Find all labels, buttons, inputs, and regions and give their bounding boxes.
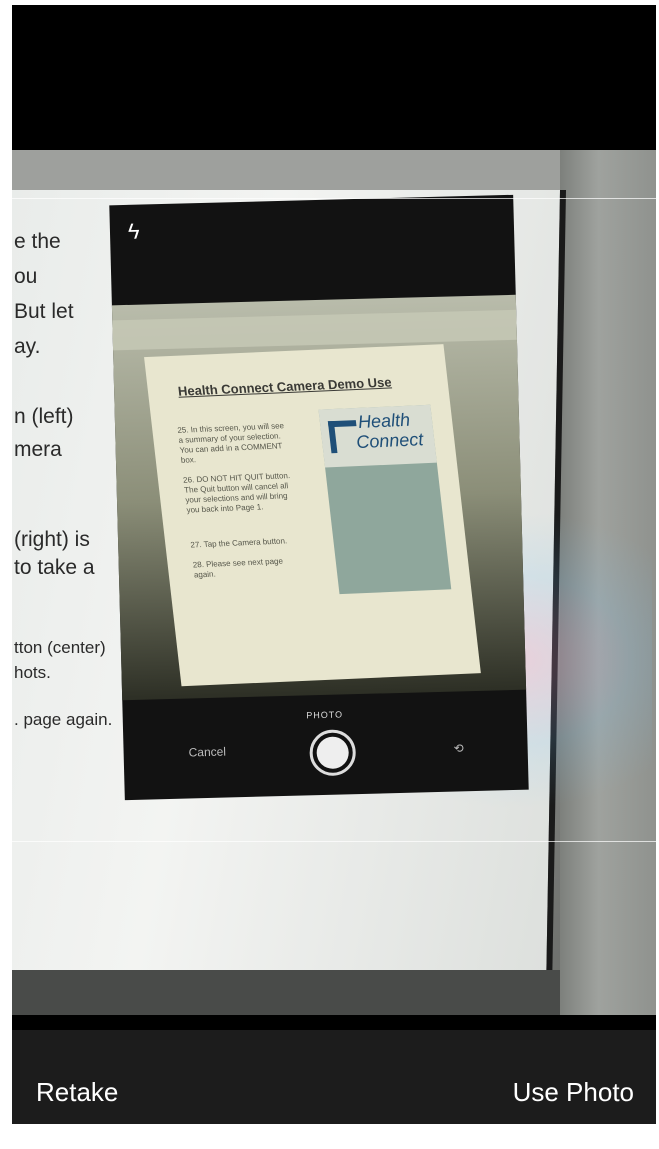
photo-review-bar: Retake Use Photo (12, 1030, 656, 1124)
use-photo-button[interactable]: Use Photo (513, 1077, 634, 1108)
camera-review-screen: e the ou But let ay. n (left) mera (righ… (12, 5, 656, 1124)
captured-photo: e the ou But let ay. n (left) mera (righ… (12, 150, 656, 1015)
retake-button[interactable]: Retake (36, 1077, 118, 1108)
crop-frame (12, 198, 656, 842)
monitor-bezel (12, 970, 560, 1015)
